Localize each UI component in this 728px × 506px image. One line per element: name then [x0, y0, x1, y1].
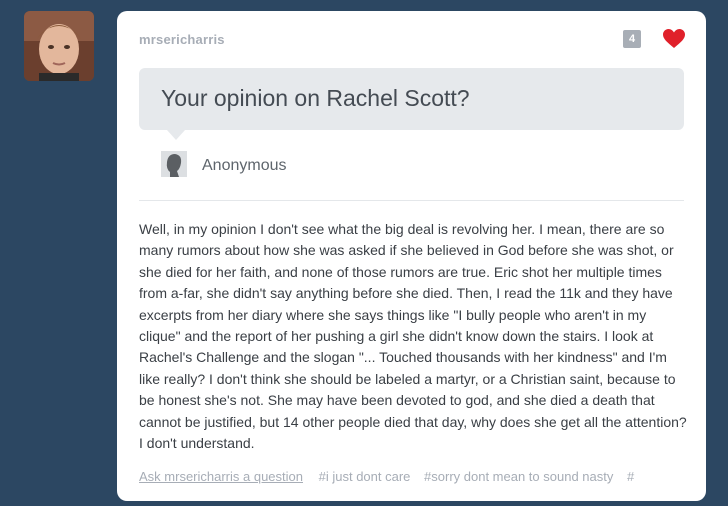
- question-text: Your opinion on Rachel Scott?: [161, 85, 470, 111]
- divider: [139, 200, 684, 201]
- heart-icon[interactable]: [663, 29, 685, 49]
- question-bubble-tail: [167, 130, 185, 140]
- anonymous-silhouette-icon: [161, 151, 187, 177]
- ask-question-link[interactable]: Ask mrsericharris a question: [139, 469, 303, 484]
- post-card: mrsericharris 4 Your opinion on Rachel S…: [117, 11, 706, 501]
- blog-avatar[interactable]: [24, 11, 94, 81]
- tag-link[interactable]: #: [627, 469, 634, 484]
- post-footer: Ask mrsericharris a question #i just don…: [139, 469, 687, 484]
- answer-text: Well, in my opinion I don't see what the…: [139, 221, 687, 452]
- tag-link[interactable]: #i just dont care: [319, 469, 411, 484]
- asker-name: Anonymous: [202, 157, 287, 174]
- post-username[interactable]: mrsericharris: [139, 32, 225, 47]
- tag-link[interactable]: #sorry dont mean to sound nasty: [424, 469, 613, 484]
- question-bubble: Your opinion on Rachel Scott?: [139, 68, 684, 140]
- notes-count[interactable]: 4: [623, 30, 641, 48]
